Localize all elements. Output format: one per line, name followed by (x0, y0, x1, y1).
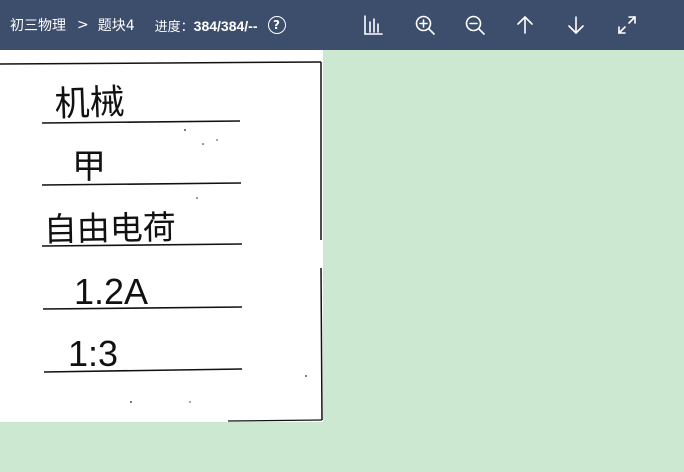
progress-label: 进度： (154, 19, 194, 35)
arrow-up-icon (517, 16, 533, 34)
previous-button[interactable] (513, 13, 537, 37)
zoom-out-button[interactable] (463, 13, 487, 37)
scan-frame-right-lower (320, 267, 323, 421)
breadcrumb-subject[interactable]: 初三物理 (10, 15, 66, 35)
progress-indicator: 进度：384/384/-- (155, 16, 258, 35)
scan-speck (216, 139, 218, 141)
help-button[interactable]: ? (267, 16, 286, 34)
scan-speck (305, 375, 307, 377)
top-toolbar: 初三物理 > 题块4 进度：384/384/-- ? (0, 0, 684, 50)
next-button[interactable] (564, 13, 588, 37)
answer-sheet-image[interactable]: 机械 甲 自由电荷 1.2A 1:3 (0, 50, 323, 422)
breadcrumb-question-block[interactable]: 题块4 (98, 15, 135, 35)
scan-frame-bottom (227, 419, 323, 422)
scan-speck (202, 143, 204, 145)
scan-speck (184, 129, 186, 131)
handwritten-answer-5: 1:3 (68, 333, 118, 374)
zoom-in-button[interactable] (413, 13, 437, 37)
fullscreen-icon (618, 16, 636, 34)
statistics-button[interactable] (361, 13, 385, 37)
bar-chart-icon (364, 15, 383, 35)
answer-sheet-scan: 机械 甲 自由电荷 1.2A 1:3 (0, 61, 323, 422)
scan-frame-top (0, 61, 322, 65)
scan-speck (196, 197, 198, 199)
breadcrumb-separator: > (77, 17, 89, 33)
zoom-in-icon (415, 15, 435, 35)
breadcrumb: 初三物理 > 题块4 (10, 15, 135, 35)
help-icon: ? (273, 18, 280, 32)
scan-speck (189, 401, 191, 403)
fullscreen-button[interactable] (615, 13, 639, 37)
zoom-out-icon (465, 15, 485, 35)
handwritten-answer-3: 自由电荷 (43, 208, 176, 249)
handwritten-answer-1: 机械 (54, 83, 125, 125)
scan-speck (130, 401, 132, 403)
arrow-down-icon (568, 16, 584, 34)
handwritten-answer-4: 1.2A (74, 271, 148, 312)
progress-value: 384/384/-- (193, 17, 258, 34)
handwritten-answer-2: 甲 (72, 147, 106, 187)
